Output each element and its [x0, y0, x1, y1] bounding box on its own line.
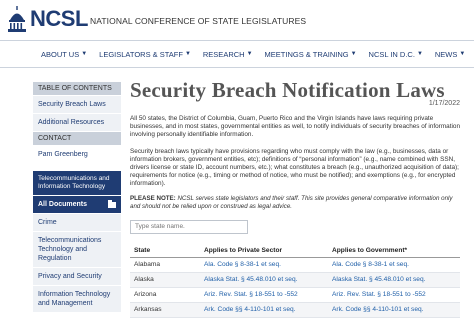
- contact-heading: CONTACT: [33, 132, 121, 145]
- statute-link[interactable]: Alaska Stat. § 45.48.010 et seq.: [204, 276, 297, 283]
- government-cell: Ariz. Rev. Stat. § 18-551 to -552: [328, 287, 460, 303]
- sidebar-item-telecom-regulation[interactable]: Telecommunications Technology and Regula…: [33, 232, 121, 267]
- topic-group-heading[interactable]: Telecommunications and Information Techn…: [33, 171, 121, 195]
- provisions-paragraph: Security breach laws typically have prov…: [130, 147, 459, 188]
- all-documents-label: All Documents: [38, 201, 88, 208]
- table-row: Arizona Ariz. Rev. Stat. § 18-551 to -55…: [130, 287, 460, 303]
- chevron-down-icon: ▼: [459, 51, 466, 57]
- table-row: Arkansas Ark. Code §§ 4-110-101 et seq. …: [130, 302, 460, 318]
- statute-link[interactable]: Ark. Code §§ 4-110-101 et seq.: [332, 306, 424, 313]
- nav-item-news[interactable]: NEWS ▼: [435, 50, 465, 59]
- nav-item-label: ABOUT US: [41, 49, 80, 59]
- chevron-down-icon: ▼: [81, 51, 88, 57]
- nav-item-research[interactable]: RESEARCH ▼: [203, 50, 253, 59]
- state-cell: Alaska: [130, 272, 200, 288]
- state-cell: Alabama: [130, 257, 200, 273]
- statute-link[interactable]: Ariz. Rev. Stat. § 18-551 to -552: [332, 291, 426, 298]
- sidebar: TABLE OF CONTENTS Security Breach Laws A…: [33, 82, 121, 313]
- private-sector-cell: Ariz. Rev. Stat. § 18-551 to -552: [200, 287, 328, 303]
- logo-text: NCSL: [30, 6, 88, 31]
- toc-item-additional-resources[interactable]: Additional Resources: [33, 114, 121, 131]
- table-header-row: State Applies to Private Sector Applies …: [130, 243, 460, 258]
- statute-link[interactable]: Alaska Stat. § 45.48.010 et seq.: [332, 276, 425, 283]
- column-header-state[interactable]: State: [130, 243, 200, 258]
- nav-item-about-us[interactable]: ABOUT US ▼: [41, 50, 87, 59]
- nav-item-label: RESEARCH: [202, 49, 245, 59]
- chevron-down-icon: ▼: [246, 51, 253, 57]
- site-header: NCSL NATIONAL CONFERENCE OF STATE LEGISL…: [0, 0, 474, 40]
- publish-date: 1/17/2022: [428, 100, 460, 107]
- statute-link[interactable]: Ala. Code § 8-38-1 et seq.: [204, 261, 281, 268]
- nav-item-label: LEGISLATORS & STAFF: [99, 49, 183, 59]
- private-sector-cell: Ark. Code §§ 4-110-101 et seq.: [200, 302, 328, 318]
- statute-link[interactable]: Ala. Code § 8-38-1 et seq.: [332, 261, 409, 268]
- chevron-down-icon: ▼: [350, 51, 357, 57]
- note-label: PLEASE NOTE:: [130, 194, 176, 202]
- nav-item-label: NEWS: [434, 49, 458, 59]
- state-cell: Arkansas: [130, 302, 200, 318]
- ncsl-logo[interactable]: NCSL: [6, 6, 88, 32]
- government-cell: Ala. Code § 8-38-1 et seq.: [328, 257, 460, 273]
- intro-paragraph: All 50 states, the District of Columbia,…: [130, 115, 460, 139]
- capitol-dome-icon: [8, 6, 26, 32]
- column-header-private-sector[interactable]: Applies to Private Sector: [200, 243, 328, 258]
- table-row: Alaska Alaska Stat. § 45.48.010 et seq. …: [130, 272, 460, 288]
- all-documents-link[interactable]: All Documents: [33, 196, 121, 213]
- statute-link[interactable]: Ariz. Rev. Stat. § 18-551 to -552: [204, 291, 298, 298]
- statute-link[interactable]: Ark. Code §§ 4-110-101 et seq.: [204, 306, 296, 313]
- nav-item-meetings-training[interactable]: MEETINGS & TRAINING ▼: [265, 50, 357, 59]
- nav-item-label: MEETINGS & TRAINING: [264, 49, 349, 59]
- government-cell: Alaska Stat. § 45.48.010 et seq.: [328, 272, 460, 288]
- nav-item-legislators-staff[interactable]: LEGISLATORS & STAFF ▼: [99, 50, 191, 59]
- state-cell: Arizona: [130, 287, 200, 303]
- private-sector-cell: Alaska Stat. § 45.48.010 et seq.: [200, 272, 328, 288]
- government-cell: Ark. Code §§ 4-110-101 et seq.: [328, 302, 460, 318]
- column-header-government[interactable]: Applies to Government*: [328, 243, 460, 258]
- main-content: Security Breach Notification Laws 1/17/2…: [130, 78, 460, 318]
- nav-item-label: NCSL IN D.C.: [368, 49, 415, 59]
- state-search-input[interactable]: [130, 219, 248, 234]
- table-row: Alabama Ala. Code § 8-38-1 et seq. Ala. …: [130, 257, 460, 273]
- chevron-down-icon: ▼: [416, 51, 423, 57]
- note-text: NCSL serves state legislators and their …: [130, 194, 453, 210]
- nav-item-ncsl-in-dc[interactable]: NCSL IN D.C. ▼: [369, 50, 423, 59]
- toc-heading: TABLE OF CONTENTS: [33, 82, 121, 95]
- folder-icon: [108, 199, 116, 208]
- contact-name[interactable]: Pam Greenberg: [33, 146, 121, 163]
- sidebar-item-it-management[interactable]: Information Technology and Management: [33, 286, 121, 312]
- disclaimer-note: PLEASE NOTE: NCSL serves state legislato…: [130, 195, 460, 211]
- private-sector-cell: Ala. Code § 8-38-1 et seq.: [200, 257, 328, 273]
- sidebar-item-privacy-security[interactable]: Privacy and Security: [33, 268, 121, 285]
- page-title: Security Breach Notification Laws: [130, 78, 445, 102]
- toc-item-security-breach-laws[interactable]: Security Breach Laws: [33, 96, 121, 113]
- breach-laws-table: State Applies to Private Sector Applies …: [130, 243, 460, 318]
- chevron-down-icon: ▼: [184, 51, 191, 57]
- main-nav: ABOUT US ▼ LEGISLATORS & STAFF ▼ RESEARCH ▼…: [0, 40, 474, 68]
- sidebar-item-crime[interactable]: Crime: [33, 214, 121, 231]
- organization-name: NATIONAL CONFERENCE OF STATE LEGISLATURE…: [90, 16, 307, 26]
